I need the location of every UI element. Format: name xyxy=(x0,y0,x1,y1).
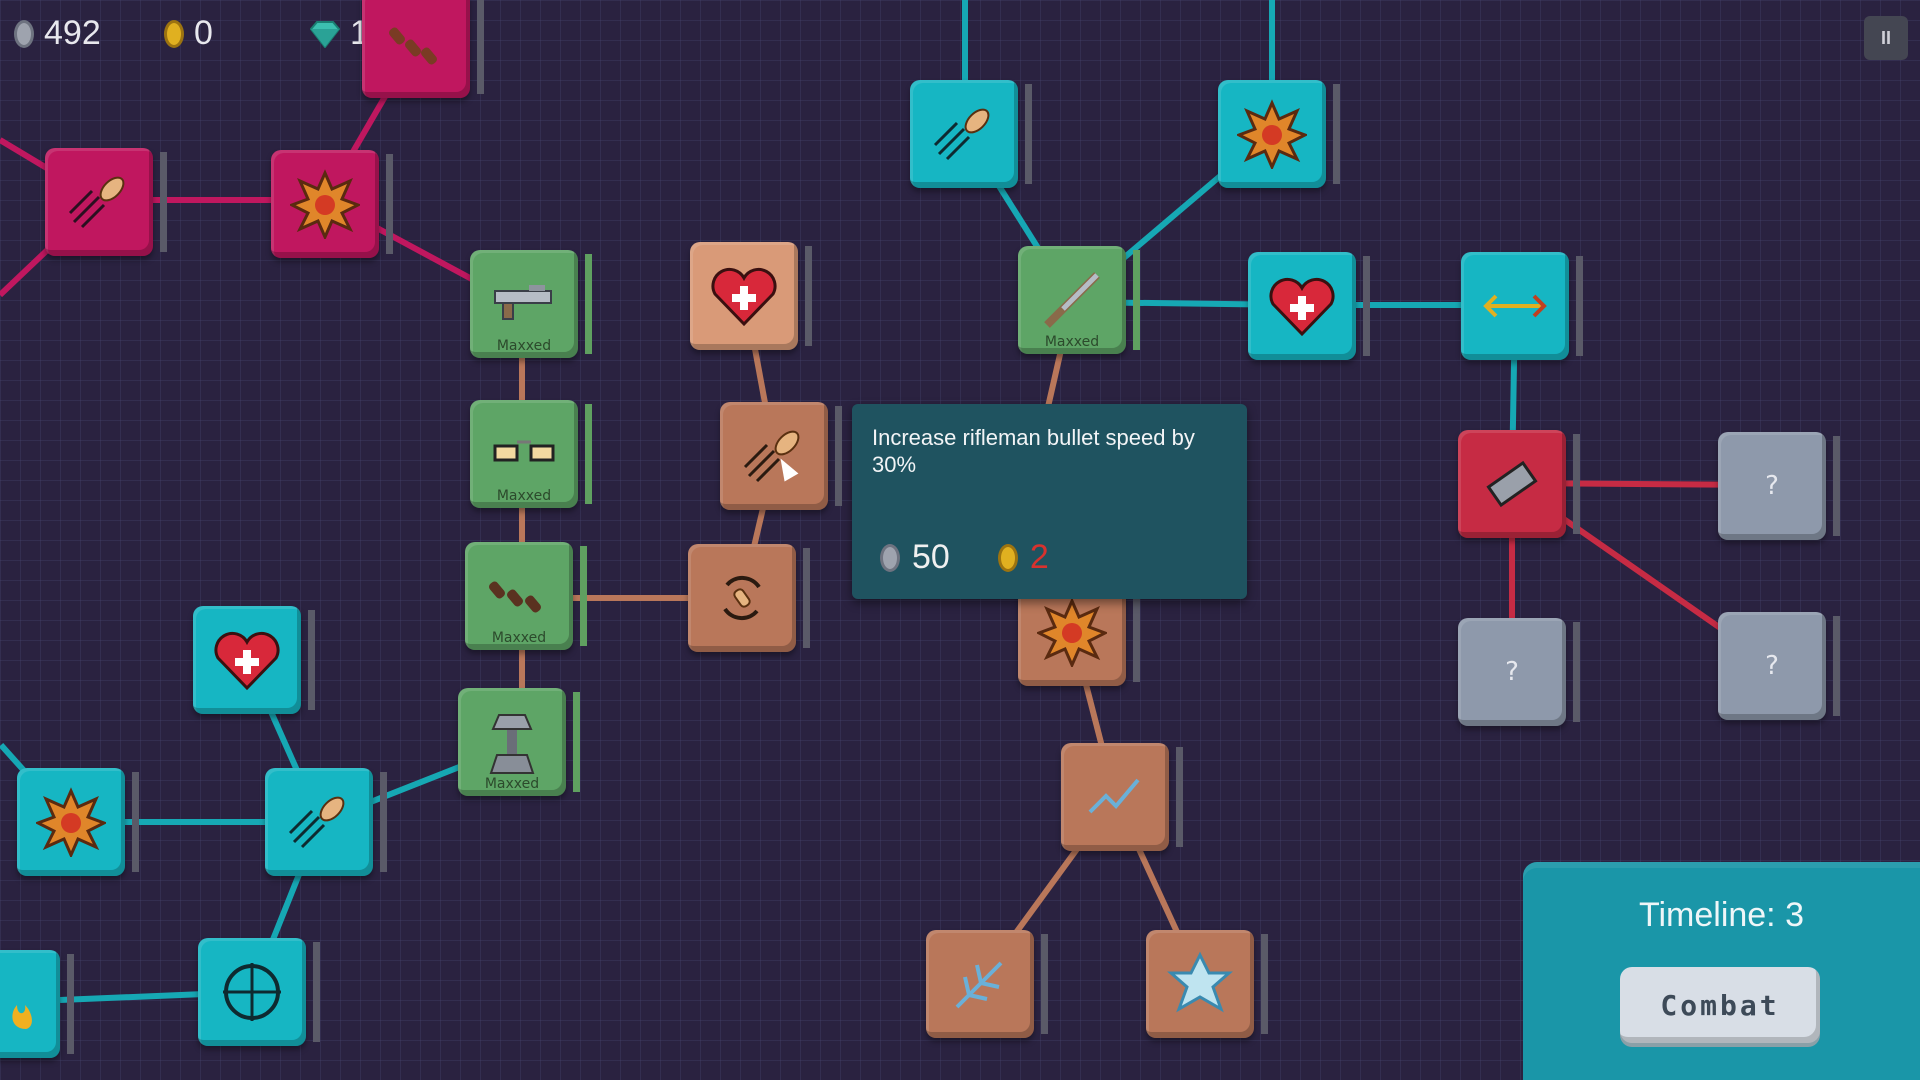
bullet-icon xyxy=(282,785,356,859)
node-teal-bullet-left[interactable] xyxy=(265,768,387,876)
arrow-icon xyxy=(1478,269,1552,343)
silver-count: 492 xyxy=(44,14,101,52)
rifle-icon xyxy=(1035,263,1109,337)
explosion-icon xyxy=(1235,97,1309,171)
node-teal-bullet-top[interactable] xyxy=(910,80,1032,188)
node-teal-explosion-top[interactable] xyxy=(1218,80,1340,188)
shatter-icon xyxy=(1163,947,1237,1021)
node-teal-arrow[interactable] xyxy=(1461,252,1583,360)
node-peach-heart[interactable] xyxy=(690,242,812,350)
gold-coin-icon xyxy=(997,543,1018,572)
maxxed-label: Maxxed xyxy=(491,630,547,646)
explosion-icon xyxy=(1035,595,1109,669)
timeline-value: 3 xyxy=(1785,896,1805,934)
bullet-icon xyxy=(927,97,1001,171)
node-mag-explosion[interactable] xyxy=(271,150,393,258)
bullets-icon xyxy=(379,7,453,81)
gun-icon xyxy=(487,267,561,341)
silver-counter: 492 xyxy=(14,14,101,53)
heart-icon xyxy=(210,623,284,697)
gold-counter: 0 xyxy=(164,14,213,53)
maxxed-label: Maxxed xyxy=(496,488,552,504)
heart-icon xyxy=(1265,269,1339,343)
node-brown-lightning[interactable] xyxy=(1061,743,1183,851)
bullets-icon xyxy=(482,559,556,633)
bullet-icon xyxy=(62,165,136,239)
node-teal-crosshair[interactable] xyxy=(198,938,320,1046)
silver-cost: 50 xyxy=(912,538,950,576)
explosion-icon xyxy=(288,167,362,241)
pause-button[interactable]: II xyxy=(1864,16,1908,60)
frost-icon xyxy=(943,947,1017,1021)
node-brown-shatter[interactable] xyxy=(1146,930,1268,1038)
cannon-icon xyxy=(1475,447,1549,521)
node-green-bullets[interactable]: Maxxed xyxy=(465,542,587,650)
node-red-cannon[interactable] xyxy=(1458,430,1580,538)
explosion-icon xyxy=(34,785,108,859)
maxxed-label: Maxxed xyxy=(496,338,552,354)
heart-icon xyxy=(707,259,781,333)
node-green-hammer[interactable]: Maxxed xyxy=(458,688,580,796)
node-teal-heart-right[interactable] xyxy=(1248,252,1370,360)
node-green-rifle[interactable]: Maxxed xyxy=(1018,246,1140,354)
node-locked-1[interactable]: ? xyxy=(1718,432,1840,540)
crosshair-icon xyxy=(215,955,289,1029)
gold-coin-icon xyxy=(164,19,184,48)
gem-icon xyxy=(310,20,340,48)
node-teal-heart-left[interactable] xyxy=(193,606,315,714)
gold-count: 0 xyxy=(194,14,213,52)
question-icon: ? xyxy=(1765,651,1779,681)
node-green-gun[interactable]: Maxxed xyxy=(470,250,592,358)
node-teal-explosion-left[interactable] xyxy=(17,768,139,876)
combat-button[interactable]: Combat xyxy=(1620,967,1820,1043)
upgrade-tooltip: Increase rifleman bullet speed by 30% 50… xyxy=(852,404,1247,599)
gold-cost: 2 xyxy=(1029,538,1049,576)
lightning-icon xyxy=(1078,760,1152,834)
silver-coin-icon xyxy=(14,19,34,48)
node-brown-frost[interactable] xyxy=(926,930,1048,1038)
node-teal-partial[interactable] xyxy=(0,950,74,1058)
node-locked-3[interactable]: ? xyxy=(1718,612,1840,720)
reload-icon xyxy=(705,561,779,635)
maxxed-label: Maxxed xyxy=(484,776,540,792)
node-brown-bullet[interactable] xyxy=(720,402,842,510)
goggles-icon xyxy=(487,417,561,491)
node-green-goggles[interactable]: Maxxed xyxy=(470,400,592,508)
hammer-icon xyxy=(475,705,549,779)
timeline-panel: Timeline: 3 Combat xyxy=(1523,862,1920,1080)
node-brown-reload[interactable] xyxy=(688,544,810,652)
tooltip-costs: 50 2 xyxy=(880,538,1049,577)
timeline-label: Timeline: 3 xyxy=(1638,896,1805,934)
node-mag-bullet[interactable] xyxy=(45,148,167,256)
question-icon: ? xyxy=(1765,471,1779,501)
bullet-icon xyxy=(737,419,811,493)
tooltip-description: Increase rifleman bullet speed by 30% xyxy=(872,425,1195,477)
maxxed-label: Maxxed xyxy=(1044,334,1100,350)
node-mag-top[interactable] xyxy=(362,0,484,98)
node-locked-2[interactable]: ? xyxy=(1458,618,1580,726)
pause-icon: II xyxy=(1880,27,1891,48)
question-icon: ? xyxy=(1505,657,1519,687)
silver-coin-icon xyxy=(880,543,900,572)
fire-icon xyxy=(0,967,43,1041)
